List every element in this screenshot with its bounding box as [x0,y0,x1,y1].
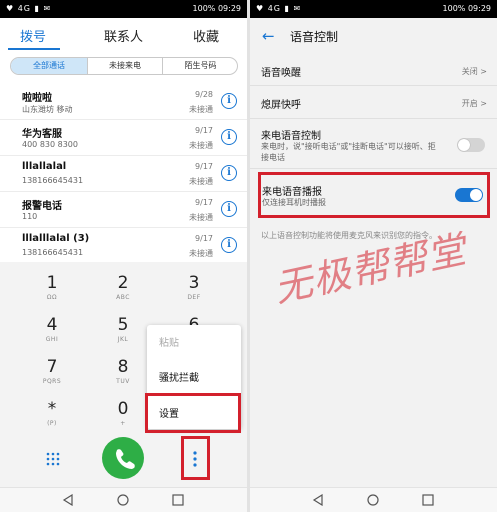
call-name: 报警电话 [22,201,62,212]
status-bar: ♥ 4G ▮ ✉ 100% 09:29 [0,0,247,18]
back-nav-icon[interactable] [62,494,74,506]
recents-nav-icon[interactable] [422,494,434,506]
setting-value: 关闭 > [461,67,487,76]
call-name: lllallalal [22,161,67,172]
tab-contacts[interactable]: 联系人 [104,26,143,45]
key-digit: 7 [46,357,58,377]
dial-key-7[interactable]: 7 PQRS [16,356,88,396]
filter-all-calls[interactable]: 全部通话 [11,58,87,74]
home-nav-icon[interactable] [117,494,129,506]
key-digit: 4 [46,315,58,335]
call-name: lllalllalal (3) [22,233,90,244]
info-icon[interactable]: i [221,165,237,181]
voice-control-settings-screen: ♥ 4G ▮ ✉ 100% 09:29 ← 语音控制 语音唤醒 关闭 > 熄屏快… [250,0,497,512]
highlight-box-settings [145,393,241,433]
toggle-knob [458,139,470,151]
setting-title: 语音唤醒 [261,68,301,79]
dial-key-1[interactable]: 1 ΩΩ [16,272,88,312]
call-log-item[interactable]: lllalllalal (3) 138166645431 9/17 未接通 i [0,229,247,264]
toggle-incoming-voice-control[interactable] [457,138,485,152]
call-type: 未接通 [189,213,213,222]
call-type: 未接通 [189,105,213,114]
setting-value: 开启 > [461,99,487,108]
key-letters: ABC [116,294,130,301]
menu-item-harassment-block[interactable]: 骚扰拦截 [159,369,199,384]
call-date: 9/28 [195,90,213,99]
call-sub: 400 830 8300 [22,140,78,149]
key-letters: ΩΩ [46,294,58,301]
key-letters: PQRS [42,378,62,385]
call-log-item[interactable]: 华为客服 400 830 8300 9/17 未接通 i [0,121,247,156]
dial-key-3[interactable]: 3 DEF [158,272,230,312]
call-date: 9/17 [195,162,213,171]
call-sub: 110 [22,212,38,221]
status-right: 100% 09:29 [192,4,241,13]
back-arrow-icon[interactable]: ← [262,27,275,45]
dial-key-star[interactable]: * (P) [16,398,88,438]
call-date: 9/17 [195,234,213,243]
key-digit: 3 [188,273,200,293]
settings-header: ← 语音控制 [250,18,497,54]
tab-dial[interactable]: 拨号 [20,26,46,45]
call-type: 未接通 [189,249,213,258]
highlight-box-broadcast [258,172,490,218]
dial-key-4[interactable]: 4 GHI [16,314,88,354]
setting-voice-wakeup[interactable]: 语音唤醒 关闭 > [250,56,497,86]
dialpad-grid-icon[interactable] [46,452,60,466]
highlight-box-more [181,436,210,480]
call-date: 9/17 [195,198,213,207]
page-title: 语音控制 [290,30,339,44]
active-tab-indicator [8,48,60,50]
setting-incoming-voice-control: 来电语音控制 来电时，说"接听电话"或"挂断电话"可以接听、拒接电话 [250,121,497,169]
status-bar: ♥ 4G ▮ ✉ 100% 09:29 [250,0,497,18]
setting-subtitle: 来电时，说"接听电话"或"挂断电话"可以接听、拒接电话 [261,142,436,162]
call-type: 未接通 [189,141,213,150]
dial-key-2[interactable]: 2 ABC [87,272,159,312]
info-icon[interactable]: i [221,129,237,145]
call-sub: 山东潍坊 移动 [22,105,73,114]
info-icon[interactable]: i [221,93,237,109]
tab-favorites[interactable]: 收藏 [193,26,219,45]
key-digit: * [47,399,57,419]
call-log-item[interactable]: lllallalal 138166645431 9/17 未接通 i [0,157,247,192]
call-log-item[interactable]: 啦啦啦 山东潍坊 移动 9/28 未接通 i [0,85,247,120]
menu-item-paste[interactable]: 粘贴 [159,334,179,349]
key-digit: 2 [117,273,129,293]
info-icon[interactable]: i [221,201,237,217]
setting-screen-off-quick-call[interactable]: 熄屏快呼 开启 > [250,87,497,119]
filter-missed-calls[interactable]: 未接来电 [87,58,163,74]
filter-unknown-numbers[interactable]: 陌生号码 [163,58,238,74]
setting-title: 熄屏快呼 [261,100,301,111]
status-right: 100% 09:29 [442,4,491,13]
call-filter-segment: 全部通话 未接来电 陌生号码 [10,57,238,75]
system-nav-bar [0,487,247,512]
status-left: ♥ 4G ▮ ✉ [6,4,52,13]
recents-nav-icon[interactable] [172,494,184,506]
key-letters: DEF [187,294,201,301]
call-sub: 138166645431 [22,248,84,257]
system-nav-bar [250,487,497,512]
home-nav-icon[interactable] [367,494,379,506]
back-nav-icon[interactable] [312,494,324,506]
info-icon[interactable]: i [221,237,237,253]
call-button[interactable] [102,437,144,479]
call-date: 9/17 [195,126,213,135]
key-letters: GHI [45,336,59,343]
call-type: 未接通 [189,177,213,186]
call-name: 啦啦啦 [22,93,52,104]
dialer-tabs: 拨号 联系人 收藏 [0,18,247,50]
call-sub: 138166645431 [22,176,84,185]
key-letters: (P) [47,420,57,427]
call-log-item[interactable]: 报警电话 110 9/17 未接通 i [0,193,247,228]
setting-title: 来电语音控制 [261,131,321,142]
status-left: ♥ 4G ▮ ✉ [256,4,302,13]
phone-icon [116,449,135,469]
dialer-screen: ♥ 4G ▮ ✉ 100% 09:29 拨号 联系人 收藏 全部通话 未接来电 … [0,0,247,512]
call-name: 华为客服 [22,129,62,140]
key-digit: 1 [46,273,58,293]
